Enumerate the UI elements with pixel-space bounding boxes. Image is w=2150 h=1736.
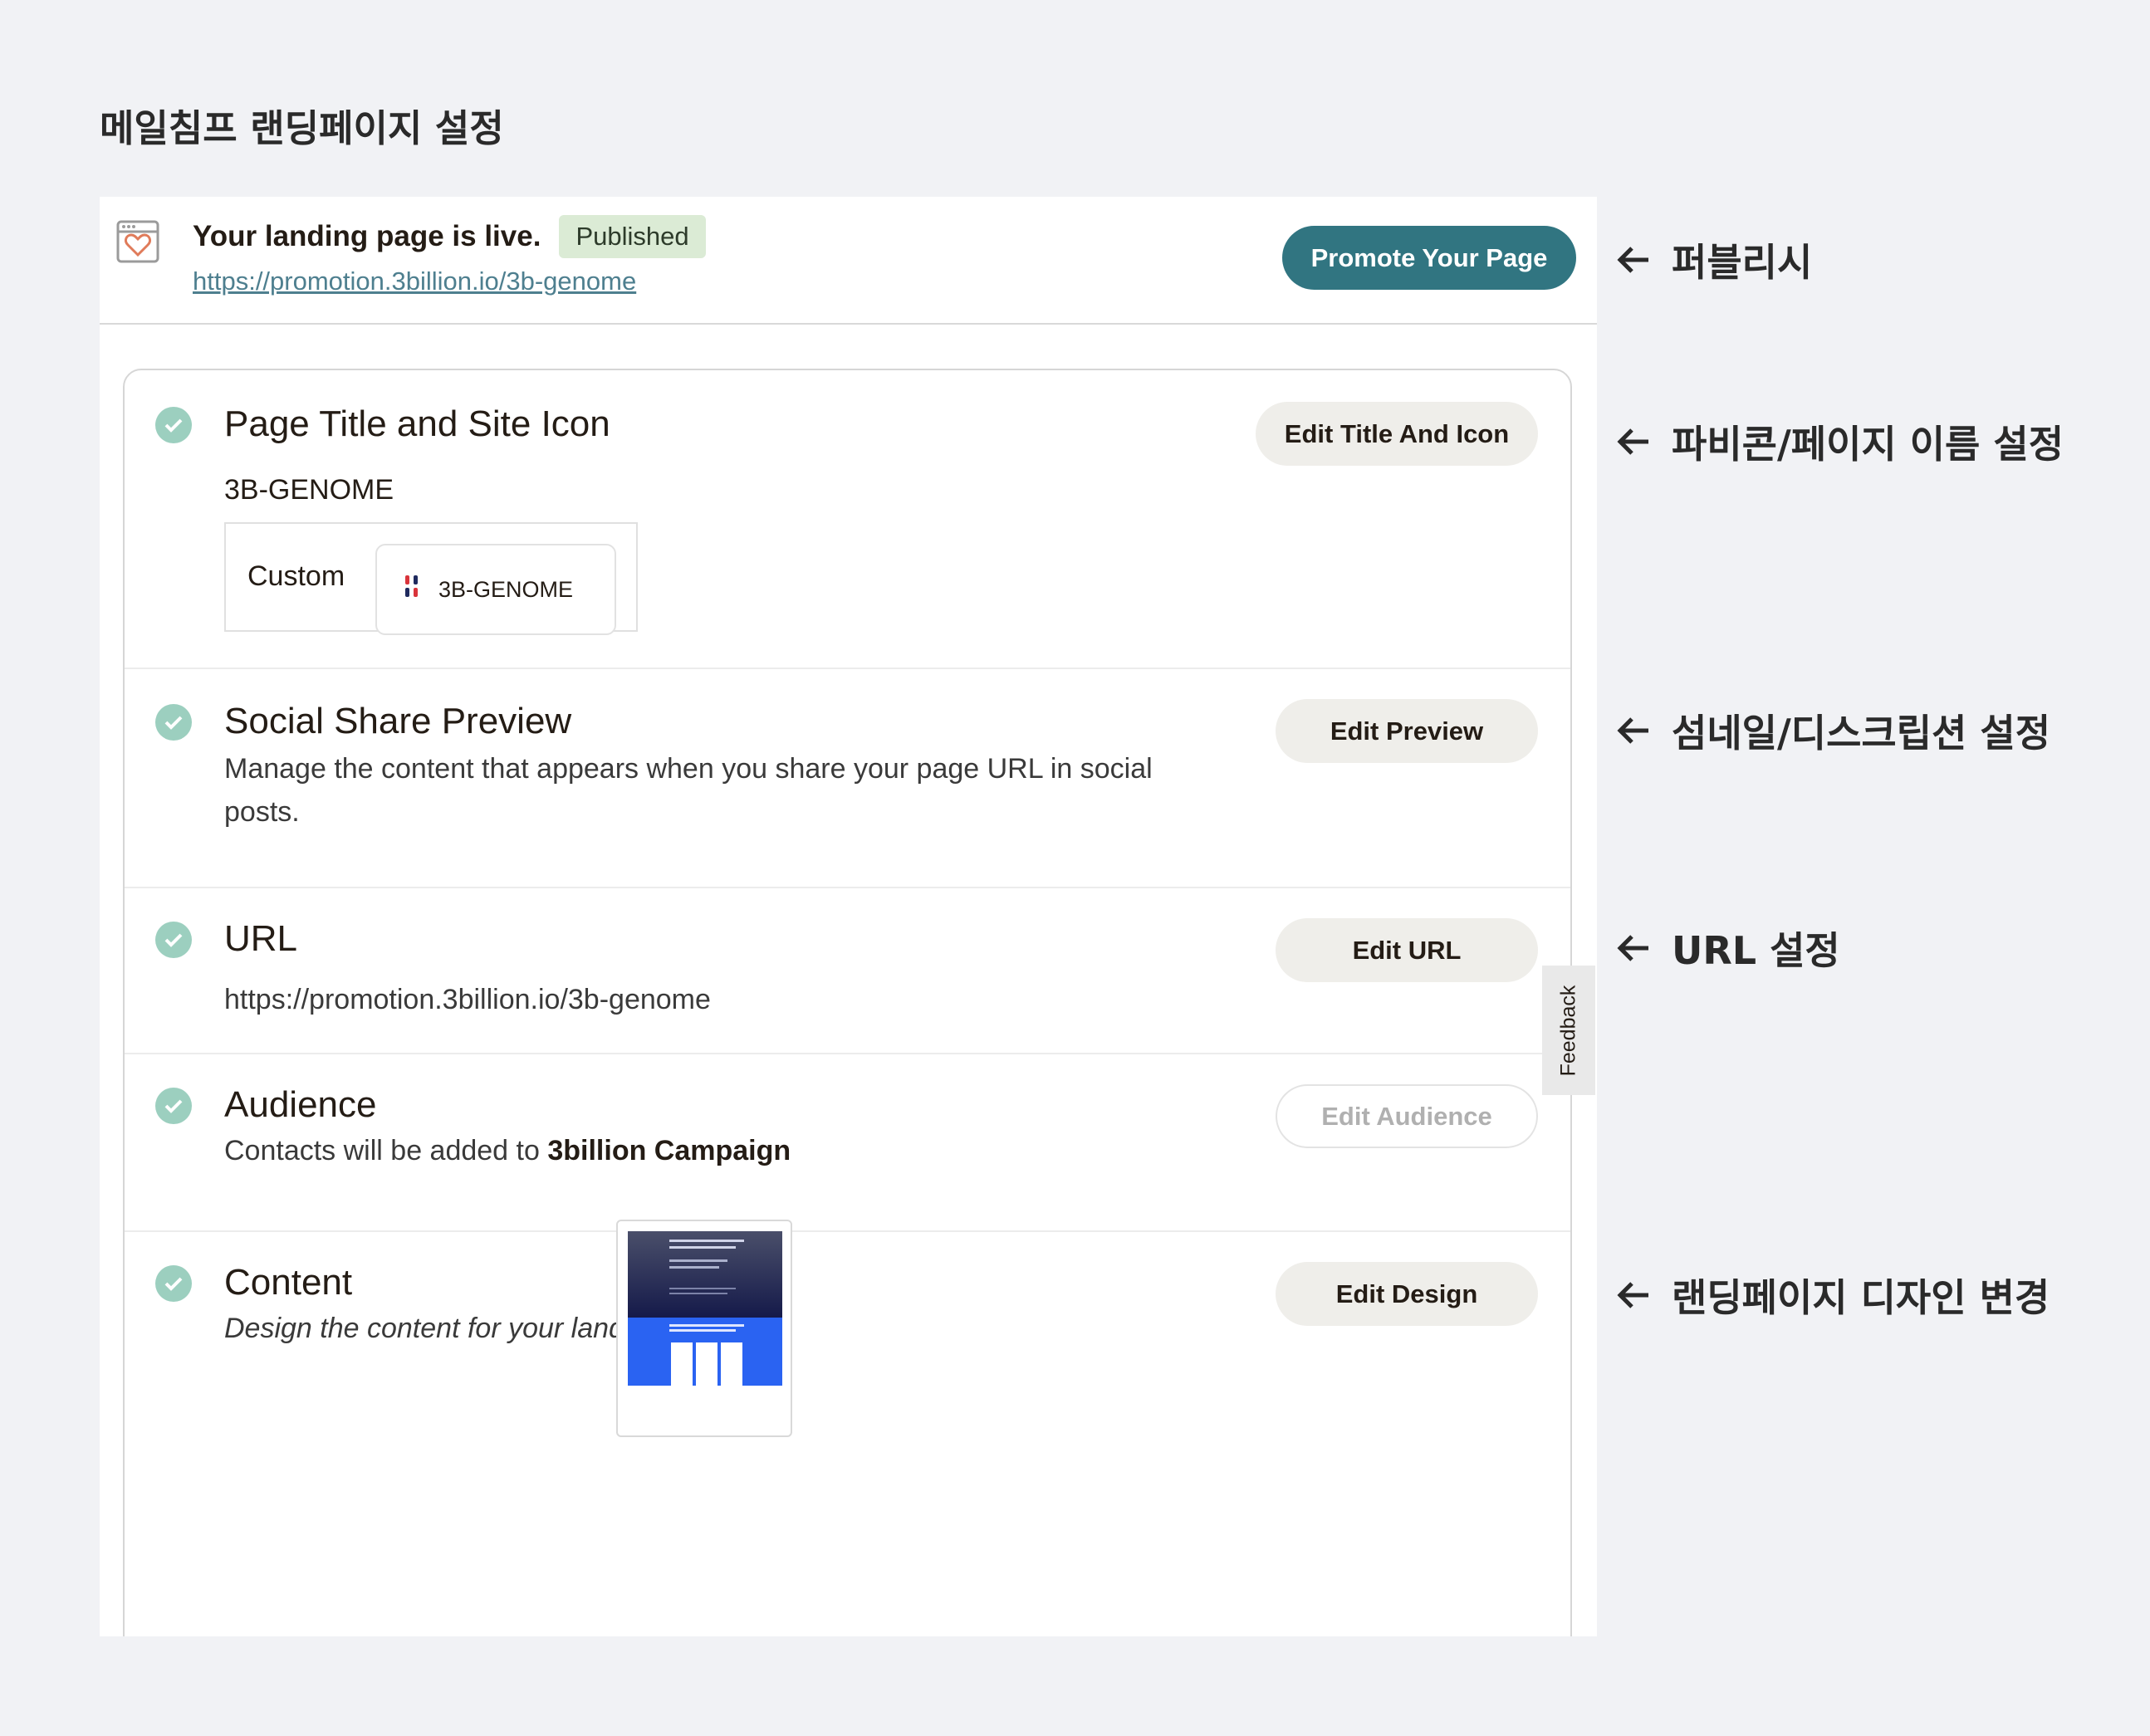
annotation-favicon: 파비콘/페이지 이름 설정	[1615, 414, 2064, 469]
feedback-label: Feedback	[1556, 985, 1580, 1076]
section-content: Content Design the content for your land…	[125, 1230, 1570, 1636]
feedback-tab[interactable]: Feedback	[1542, 966, 1595, 1095]
section-url: URL https://promotion.3billion.io/3b-gen…	[125, 887, 1570, 1054]
edit-url-button[interactable]: Edit URL	[1276, 918, 1538, 982]
3b-genome-favicon-icon	[405, 575, 418, 597]
publish-status-bar: Your landing page is live. Published htt…	[100, 197, 1597, 325]
audience-name: 3billion Campaign	[547, 1135, 791, 1166]
live-status-text: Your landing page is live.	[193, 220, 541, 252]
promote-page-button[interactable]: Promote Your Page	[1282, 226, 1576, 290]
custom-label: Custom	[247, 560, 345, 592]
annotation-label: 퍼블리시	[1672, 240, 1813, 285]
checkmark-icon	[155, 1088, 192, 1124]
edit-audience-button[interactable]: Edit Audience	[1276, 1084, 1538, 1148]
checkmark-icon	[155, 922, 192, 958]
section-title: Audience	[224, 1084, 377, 1125]
landing-page-thumbnail[interactable]	[616, 1220, 792, 1437]
site-icon-preview: Custom 3B-GENOME	[224, 522, 638, 635]
arrow-left-icon	[1617, 428, 1648, 455]
arrow-left-icon	[1617, 247, 1648, 273]
section-title: URL	[224, 918, 298, 959]
annotation-label: 섬네일/디스크립션 설정	[1672, 711, 2051, 756]
annotation-design: 랜딩페이지 디자인 변경	[1615, 1268, 2050, 1323]
checkmark-icon	[155, 407, 192, 443]
annotation-url: URL 설정	[1615, 921, 1840, 976]
annotation-label: 랜딩페이지 디자인 변경	[1672, 1275, 2050, 1320]
section-social-share: Social Share Preview Manage the content …	[125, 668, 1570, 888]
arrow-left-icon	[1617, 717, 1648, 744]
landing-page-settings-panel: Your landing page is live. Published htt…	[100, 197, 1597, 1636]
audience-description: Contacts will be added to 3billion Campa…	[224, 1129, 791, 1172]
annotation-thumbnail: 섬네일/디스크립션 설정	[1615, 703, 2050, 758]
tab-name: 3B-GENOME	[438, 577, 574, 602]
arrow-left-icon	[1617, 1282, 1648, 1308]
section-title-icon: Page Title and Site Icon 3B-GENOME Custo…	[125, 370, 1570, 669]
live-page-link[interactable]: https://promotion.3billion.io/3b-genome	[193, 267, 636, 296]
section-title: Page Title and Site Icon	[224, 403, 610, 444]
checkmark-icon	[155, 704, 192, 741]
annotation-publish: 퍼블리시	[1615, 232, 1812, 287]
annotation-label: URL 설정	[1672, 928, 1840, 973]
checkmark-icon	[155, 1265, 192, 1302]
section-title: Social Share Preview	[224, 701, 572, 741]
url-value: https://promotion.3billion.io/3b-genome	[224, 984, 711, 1015]
social-description: Manage the content that appears when you…	[224, 753, 1153, 828]
annotation-label: 파비콘/페이지 이름 설정	[1672, 422, 2064, 467]
landing-page-heart-icon	[116, 220, 159, 263]
edit-title-icon-button[interactable]: Edit Title And Icon	[1256, 402, 1538, 466]
edit-preview-button[interactable]: Edit Preview	[1276, 699, 1538, 763]
section-audience: Audience Contacts will be added to 3bill…	[125, 1053, 1570, 1232]
edit-design-button[interactable]: Edit Design	[1276, 1262, 1538, 1326]
arrow-left-icon	[1617, 935, 1648, 961]
page-title: 메일침프 랜딩페이지 설정	[100, 106, 504, 150]
audience-prefix: Contacts will be added to	[224, 1135, 540, 1166]
section-title: Content	[224, 1262, 353, 1303]
browser-tab-preview: 3B-GENOME	[375, 544, 616, 635]
settings-card: Page Title and Site Icon 3B-GENOME Custo…	[123, 369, 1572, 1636]
site-title-value: 3B-GENOME	[224, 474, 394, 506]
published-badge: Published	[559, 215, 706, 258]
